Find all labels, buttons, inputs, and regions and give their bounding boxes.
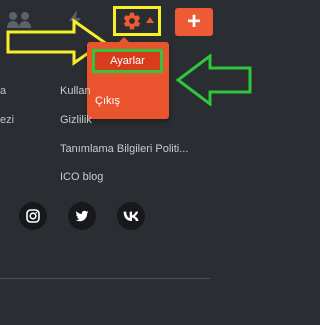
footer-link-ico-blog[interactable]: ICO blog [60, 171, 103, 183]
footer-link-cookies[interactable]: Tanımlama Bilgileri Politi... [60, 143, 188, 155]
vk-icon[interactable] [117, 202, 145, 230]
gear-icon[interactable] [122, 11, 142, 31]
footer-link-terms[interactable]: Kullan [60, 85, 91, 97]
footer-left-fragment[interactable]: ezi [0, 114, 14, 126]
menu-item-logout[interactable]: Çıkış [95, 93, 155, 109]
caret-up-icon [146, 17, 154, 23]
settings-toggle-highlight[interactable] [113, 6, 161, 36]
add-button[interactable]: + [175, 8, 213, 36]
footer-divider [0, 278, 210, 279]
green-arrow-annotation [176, 54, 252, 106]
footer-link-privacy[interactable]: Gizlilik [60, 114, 92, 126]
twitter-icon[interactable] [68, 202, 96, 230]
menu-item-settings[interactable]: Ayarlar [92, 49, 163, 73]
settings-dropdown: Ayarlar Çıkış [87, 37, 169, 119]
footer-left-fragment[interactable]: a [0, 85, 6, 97]
instagram-icon[interactable] [19, 202, 47, 230]
